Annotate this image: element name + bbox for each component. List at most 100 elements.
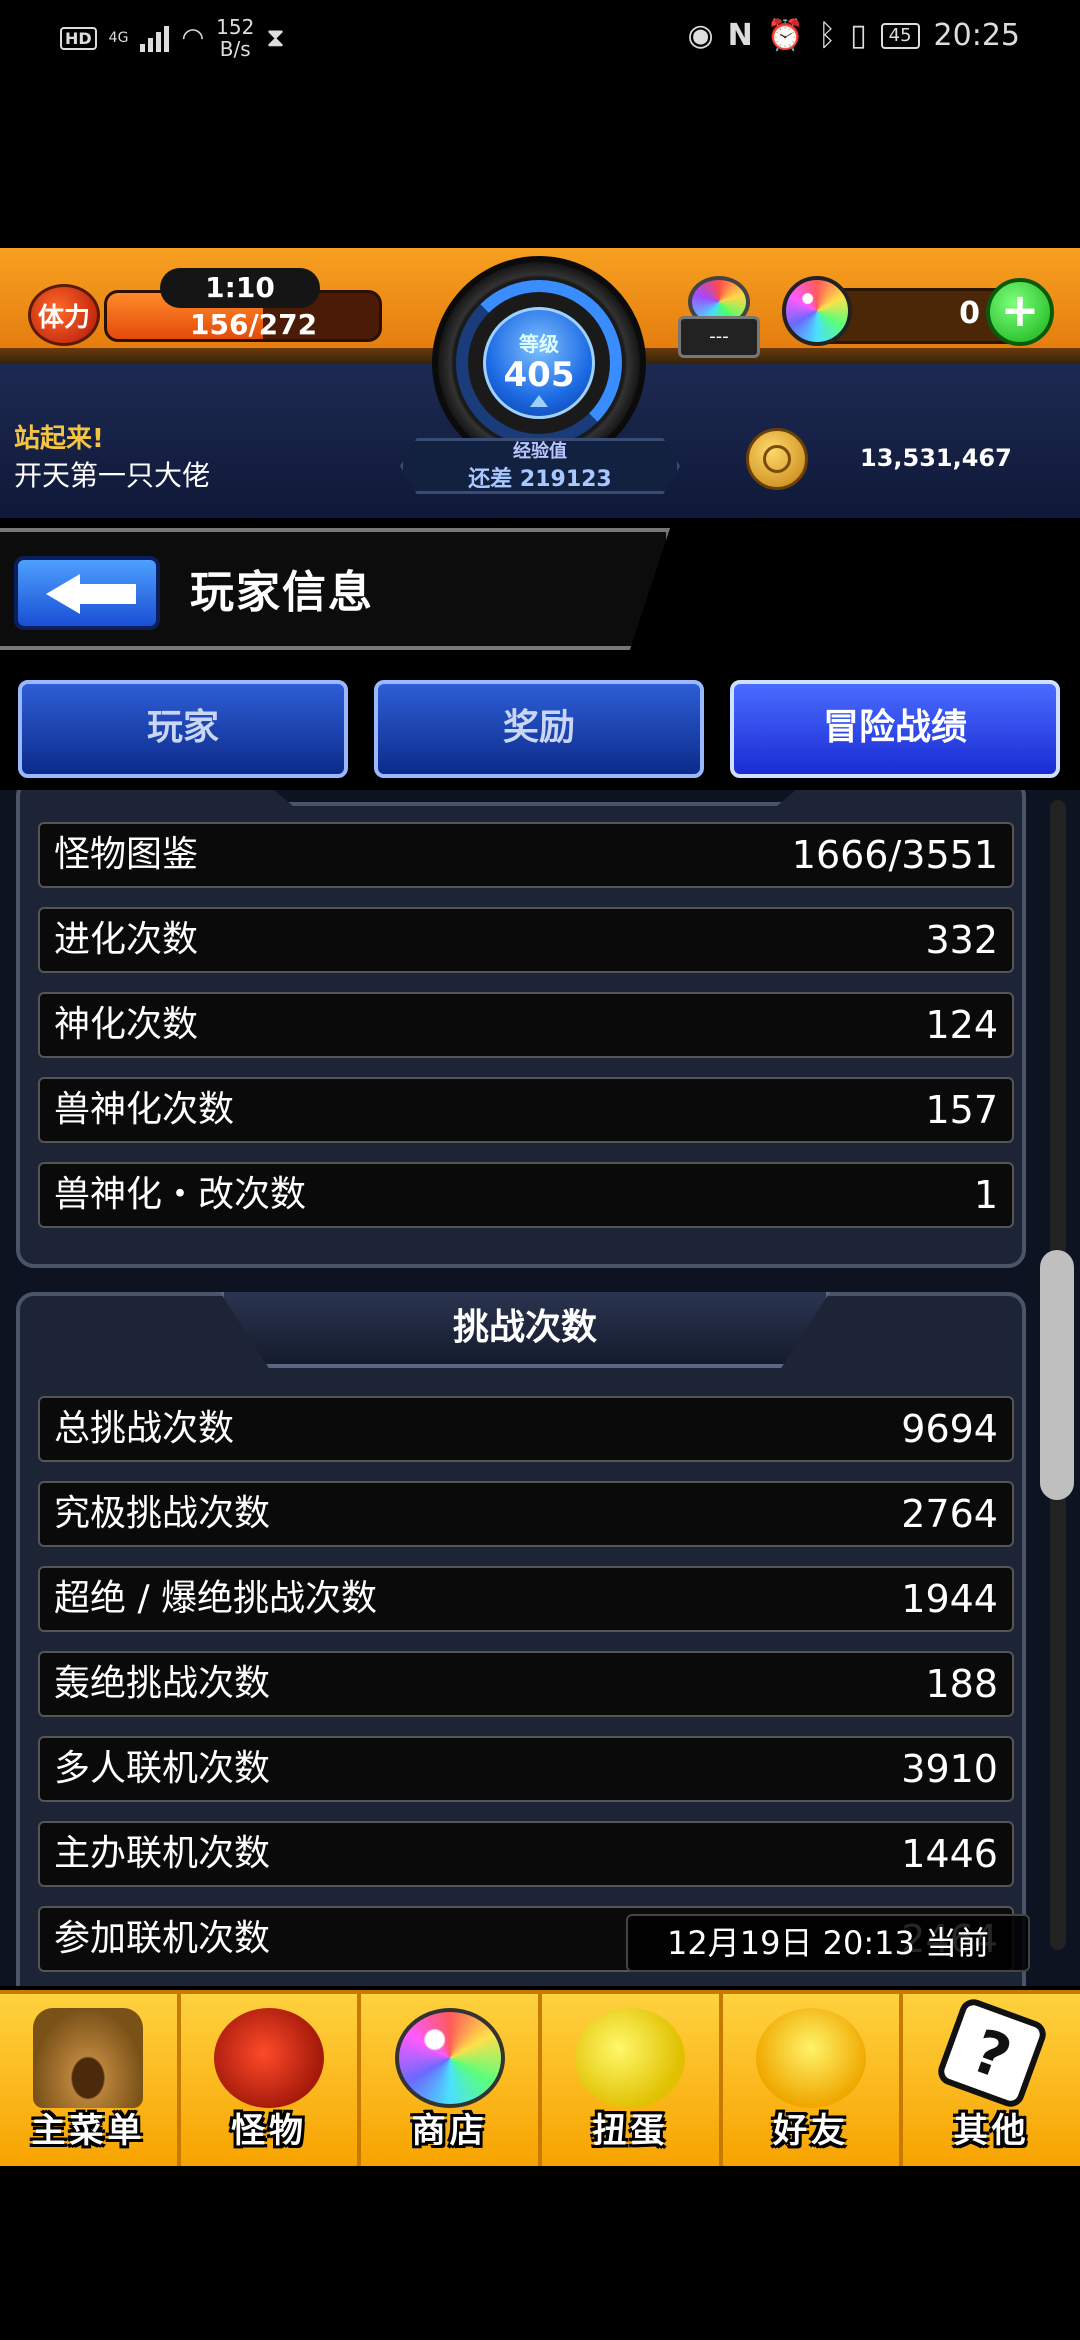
stat-label: 究极挑战次数 bbox=[54, 1493, 271, 1534]
level-badge[interactable]: 等级 405 bbox=[432, 256, 646, 470]
nav-label: 好友 bbox=[773, 2111, 850, 2151]
nav-label: 主菜单 bbox=[31, 2111, 146, 2151]
tab-player[interactable]: 玩家 bbox=[18, 680, 348, 778]
level-label: 等级 bbox=[519, 332, 559, 356]
nfc-icon: N bbox=[727, 18, 753, 53]
question-icon: ? bbox=[934, 1995, 1050, 2111]
stat-value: 1944 bbox=[901, 1577, 998, 1621]
monster-icon bbox=[214, 2008, 324, 2108]
stat-row: 多人联机次数 3910 bbox=[38, 1736, 1014, 1802]
nav-gacha[interactable]: 扭蛋 bbox=[542, 1994, 723, 2166]
nav-shop[interactable]: 商店 bbox=[361, 1994, 543, 2166]
eye-icon: ◉ bbox=[687, 18, 714, 53]
gate-icon bbox=[33, 2008, 144, 2108]
stat-value: 188 bbox=[925, 1662, 998, 1706]
orb-count: 0 bbox=[959, 296, 980, 331]
network-label: 4G bbox=[108, 30, 129, 46]
tab-adventure-record[interactable]: 冒险战绩 bbox=[730, 680, 1060, 778]
top-hud: 体力 1:10 156/272 等级 405 --- 0 + 站起来! 开天第一… bbox=[0, 248, 1080, 518]
wifi-icon: ◠ bbox=[181, 23, 205, 53]
stat-value: 1 bbox=[973, 1173, 998, 1217]
exp-remaining: 还差 219123 bbox=[468, 467, 612, 492]
stat-row: 兽神化次数 157 bbox=[38, 1077, 1014, 1143]
back-arrow-shaft bbox=[78, 584, 136, 604]
stat-label: 兽神化次数 bbox=[54, 1089, 235, 1130]
egg-icon bbox=[575, 2008, 686, 2108]
page-title: 玩家信息 bbox=[190, 567, 374, 618]
status-bar: HD 4G ◠ 152 B/s ⧗ ◉ N ⏰ ᛒ ▯ 45 20:25 bbox=[0, 0, 1080, 80]
stat-row: 兽神化・改次数 1 bbox=[38, 1162, 1014, 1228]
stat-label: 怪物图鉴 bbox=[54, 834, 199, 875]
stat-label: 多人联机次数 bbox=[54, 1748, 271, 1789]
orb-icon bbox=[782, 276, 852, 346]
stat-value: 124 bbox=[925, 1003, 998, 1047]
stat-label: 神化次数 bbox=[54, 1004, 199, 1045]
nav-other[interactable]: ? 其他 bbox=[903, 1994, 1080, 2166]
status-left: HD 4G ◠ 152 B/s ⧗ bbox=[60, 16, 285, 60]
battery-icon: 45 bbox=[880, 22, 920, 49]
stat-row: 主办联机次数 1446 bbox=[38, 1821, 1014, 1887]
nav-label: 商店 bbox=[411, 2111, 488, 2151]
orb-icon bbox=[394, 2008, 505, 2108]
nav-monsters[interactable]: 怪物 bbox=[180, 1994, 362, 2166]
nav-main-menu[interactable]: 主菜单 bbox=[0, 1994, 181, 2166]
stat-label: 轰绝挑战次数 bbox=[54, 1663, 271, 1704]
stat-value: 3910 bbox=[901, 1747, 998, 1791]
stamina-timer: 1:10 bbox=[160, 268, 320, 308]
status-right: ◉ N ⏰ ᛒ ▯ 45 20:25 bbox=[687, 18, 1020, 53]
stat-value: 1666/3551 bbox=[791, 833, 998, 877]
last-updated-timestamp: 12月19日 20:13 当前 bbox=[626, 1914, 1030, 1972]
stat-row: 总挑战次数 9694 bbox=[38, 1396, 1014, 1462]
alarm-icon: ⏰ bbox=[766, 18, 805, 53]
stat-label: 兽神化・改次数 bbox=[54, 1174, 307, 1215]
coin-icon bbox=[746, 428, 808, 490]
stat-label: 主办联机次数 bbox=[54, 1833, 271, 1874]
add-orb-button[interactable]: + bbox=[986, 278, 1054, 346]
scrollbar-thumb[interactable] bbox=[1040, 1250, 1074, 1500]
stamina-text: 156/272 bbox=[190, 308, 318, 341]
stat-row: 神化次数 124 bbox=[38, 992, 1014, 1058]
nav-friends[interactable]: 好友 bbox=[722, 1994, 904, 2166]
level-core: 等级 405 bbox=[483, 307, 595, 419]
nav-label: 其他 bbox=[953, 2111, 1030, 2151]
clock: 20:25 bbox=[933, 18, 1020, 53]
panel-header-tab bbox=[260, 790, 810, 806]
stat-row: 怪物图鉴 1666/3551 bbox=[38, 822, 1014, 888]
stat-row: 轰绝挑战次数 188 bbox=[38, 1651, 1014, 1717]
net-speed-value: 152 bbox=[216, 15, 255, 39]
stat-value: 2764 bbox=[901, 1492, 998, 1536]
tab-rewards[interactable]: 奖励 bbox=[374, 680, 704, 778]
net-speed-unit: B/s bbox=[219, 37, 251, 61]
stat-label: 总挑战次数 bbox=[54, 1408, 235, 1449]
back-button[interactable] bbox=[14, 556, 160, 630]
level-up-arrow-icon bbox=[530, 395, 548, 407]
egg-box-icon[interactable]: --- bbox=[676, 268, 762, 360]
section-title: 挑战次数 bbox=[220, 1292, 830, 1368]
stat-value: 157 bbox=[925, 1088, 998, 1132]
stat-value: 332 bbox=[925, 918, 998, 962]
signal-icon bbox=[140, 24, 170, 52]
nav-label: 扭蛋 bbox=[592, 2111, 669, 2151]
stat-row: 进化次数 332 bbox=[38, 907, 1014, 973]
greeting-line-1: 站起来! bbox=[14, 424, 104, 454]
stat-row: 究极挑战次数 2764 bbox=[38, 1481, 1014, 1547]
greeting-line-2: 开天第一只大佬 bbox=[14, 459, 211, 492]
stats-panel-challenges: 挑战次数 总挑战次数 9694 究极挑战次数 2764 超绝 / 爆绝挑战次数 … bbox=[16, 1292, 1026, 1986]
level-value: 405 bbox=[503, 355, 575, 395]
stamina-icon: 体力 bbox=[28, 284, 100, 346]
hd-badge: HD bbox=[60, 26, 97, 50]
stats-scroll-area[interactable]: 怪物图鉴 1666/3551 进化次数 332 神化次数 124 兽神化次数 1… bbox=[0, 790, 1080, 1986]
back-arrow-icon bbox=[46, 574, 80, 614]
stat-label: 进化次数 bbox=[54, 919, 199, 960]
coin-count: 13,531,467 bbox=[860, 444, 1012, 472]
hourglass-icon: ⧗ bbox=[266, 22, 285, 53]
stats-panel-general: 怪物图鉴 1666/3551 进化次数 332 神化次数 124 兽神化次数 1… bbox=[16, 790, 1026, 1268]
nav-label: 怪物 bbox=[231, 2111, 307, 2151]
stat-label: 参加联机次数 bbox=[54, 1918, 271, 1959]
vibrate-icon: ▯ bbox=[850, 18, 867, 53]
stat-label: 超绝 / 爆绝挑战次数 bbox=[54, 1578, 378, 1619]
friends-icon bbox=[756, 2008, 867, 2108]
bluetooth-icon: ᛒ bbox=[818, 18, 837, 53]
exp-plate: 经验值 还差 219123 bbox=[400, 438, 680, 494]
egg-count-label: --- bbox=[678, 316, 760, 358]
